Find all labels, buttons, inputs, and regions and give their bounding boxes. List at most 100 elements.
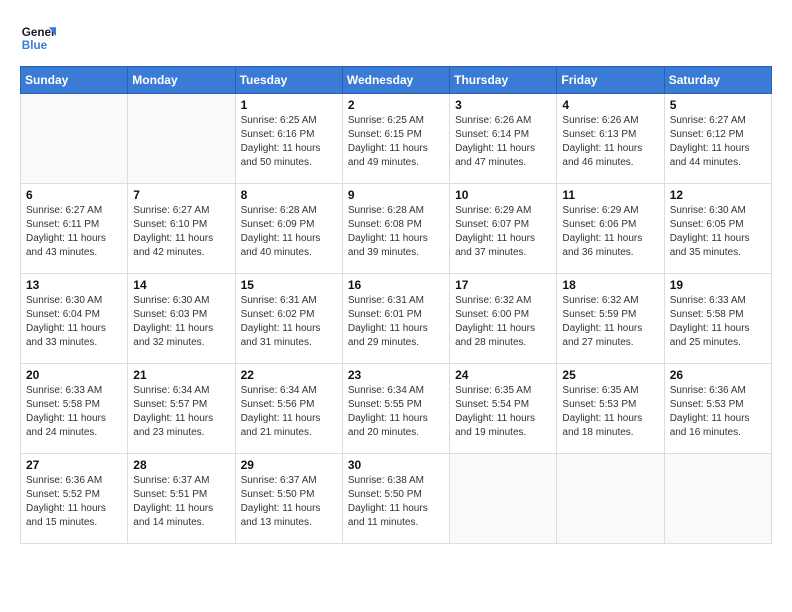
day-info: Sunrise: 6:31 AM Sunset: 6:02 PM Dayligh… bbox=[241, 294, 337, 350]
calendar-cell: 22 Sunrise: 6:34 AM Sunset: 5:56 PM Dayli… bbox=[235, 364, 342, 454]
day-info: Sunrise: 6:29 AM Sunset: 6:06 PM Dayligh… bbox=[562, 204, 658, 260]
day-info: Sunrise: 6:28 AM Sunset: 6:09 PM Dayligh… bbox=[241, 204, 337, 260]
day-number: 19 bbox=[670, 278, 766, 292]
calendar-cell: 15 Sunrise: 6:31 AM Sunset: 6:02 PM Dayli… bbox=[235, 274, 342, 364]
day-number: 29 bbox=[241, 458, 337, 472]
day-info: Sunrise: 6:29 AM Sunset: 6:07 PM Dayligh… bbox=[455, 204, 551, 260]
day-info: Sunrise: 6:36 AM Sunset: 5:52 PM Dayligh… bbox=[26, 474, 122, 530]
day-info: Sunrise: 6:37 AM Sunset: 5:51 PM Dayligh… bbox=[133, 474, 229, 530]
calendar-cell: 12Sunrise: 6:30 AM Sunset: 6:05 PM Dayli… bbox=[664, 184, 771, 274]
calendar-week-row: 13Sunrise: 6:30 AM Sunset: 6:04 PM Dayli… bbox=[21, 274, 772, 364]
calendar-cell bbox=[557, 454, 664, 544]
day-info: Sunrise: 6:33 AM Sunset: 5:58 PM Dayligh… bbox=[670, 294, 766, 350]
calendar-cell: 17 Sunrise: 6:32 AM Sunset: 6:00 PM Dayli… bbox=[450, 274, 557, 364]
day-info: Sunrise: 6:31 AM Sunset: 6:01 PM Dayligh… bbox=[348, 294, 444, 350]
logo-icon: General Blue bbox=[20, 20, 56, 56]
day-number: 13 bbox=[26, 278, 122, 292]
day-info: Sunrise: 6:34 AM Sunset: 5:56 PM Dayligh… bbox=[241, 384, 337, 440]
day-info: Sunrise: 6:26 AM Sunset: 6:13 PM Dayligh… bbox=[562, 114, 658, 170]
day-number: 14 bbox=[133, 278, 229, 292]
calendar-cell: 26 Sunrise: 6:36 AM Sunset: 5:53 PM Dayli… bbox=[664, 364, 771, 454]
day-number: 5 bbox=[670, 98, 766, 112]
calendar-cell: 9 Sunrise: 6:28 AM Sunset: 6:08 PM Daylig… bbox=[342, 184, 449, 274]
weekday-header-wednesday: Wednesday bbox=[342, 67, 449, 94]
day-number: 7 bbox=[133, 188, 229, 202]
weekday-header-monday: Monday bbox=[128, 67, 235, 94]
calendar-cell: 24 Sunrise: 6:35 AM Sunset: 5:54 PM Dayli… bbox=[450, 364, 557, 454]
calendar-cell: 20Sunrise: 6:33 AM Sunset: 5:58 PM Dayli… bbox=[21, 364, 128, 454]
calendar-cell: 11Sunrise: 6:29 AM Sunset: 6:06 PM Dayli… bbox=[557, 184, 664, 274]
calendar-cell: 3Sunrise: 6:26 AM Sunset: 6:14 PM Daylig… bbox=[450, 94, 557, 184]
calendar-cell: 18Sunrise: 6:32 AM Sunset: 5:59 PM Dayli… bbox=[557, 274, 664, 364]
day-info: Sunrise: 6:25 AM Sunset: 6:15 PM Dayligh… bbox=[348, 114, 444, 170]
calendar-cell: 13Sunrise: 6:30 AM Sunset: 6:04 PM Dayli… bbox=[21, 274, 128, 364]
weekday-header-thursday: Thursday bbox=[450, 67, 557, 94]
day-info: Sunrise: 6:28 AM Sunset: 6:08 PM Dayligh… bbox=[348, 204, 444, 260]
day-number: 6 bbox=[26, 188, 122, 202]
calendar-week-row: 6Sunrise: 6:27 AM Sunset: 6:11 PM Daylig… bbox=[21, 184, 772, 274]
page-header: General Blue bbox=[20, 20, 772, 56]
calendar-cell: 1 Sunrise: 6:25 AM Sunset: 6:16 PM Daylig… bbox=[235, 94, 342, 184]
calendar-cell bbox=[21, 94, 128, 184]
calendar-cell: 23Sunrise: 6:34 AM Sunset: 5:55 PM Dayli… bbox=[342, 364, 449, 454]
calendar-cell: 28 Sunrise: 6:37 AM Sunset: 5:51 PM Dayli… bbox=[128, 454, 235, 544]
day-number: 24 bbox=[455, 368, 551, 382]
calendar-cell: 25Sunrise: 6:35 AM Sunset: 5:53 PM Dayli… bbox=[557, 364, 664, 454]
day-number: 8 bbox=[241, 188, 337, 202]
calendar-cell: 10 Sunrise: 6:29 AM Sunset: 6:07 PM Dayli… bbox=[450, 184, 557, 274]
day-number: 10 bbox=[455, 188, 551, 202]
day-info: Sunrise: 6:25 AM Sunset: 6:16 PM Dayligh… bbox=[241, 114, 337, 170]
weekday-header-row: SundayMondayTuesdayWednesdayThursdayFrid… bbox=[21, 67, 772, 94]
day-number: 25 bbox=[562, 368, 658, 382]
day-number: 28 bbox=[133, 458, 229, 472]
day-number: 22 bbox=[241, 368, 337, 382]
calendar-cell: 30 Sunrise: 6:38 AM Sunset: 5:50 PM Dayli… bbox=[342, 454, 449, 544]
calendar-cell: 27 Sunrise: 6:36 AM Sunset: 5:52 PM Dayli… bbox=[21, 454, 128, 544]
day-number: 17 bbox=[455, 278, 551, 292]
day-number: 9 bbox=[348, 188, 444, 202]
weekday-header-sunday: Sunday bbox=[21, 67, 128, 94]
day-number: 26 bbox=[670, 368, 766, 382]
day-info: Sunrise: 6:30 AM Sunset: 6:03 PM Dayligh… bbox=[133, 294, 229, 350]
day-number: 16 bbox=[348, 278, 444, 292]
calendar-table: SundayMondayTuesdayWednesdayThursdayFrid… bbox=[20, 66, 772, 544]
logo: General Blue bbox=[20, 20, 56, 56]
day-info: Sunrise: 6:36 AM Sunset: 5:53 PM Dayligh… bbox=[670, 384, 766, 440]
calendar-cell: 4 Sunrise: 6:26 AM Sunset: 6:13 PM Daylig… bbox=[557, 94, 664, 184]
day-number: 1 bbox=[241, 98, 337, 112]
calendar-cell: 16 Sunrise: 6:31 AM Sunset: 6:01 PM Dayli… bbox=[342, 274, 449, 364]
day-number: 2 bbox=[348, 98, 444, 112]
calendar-cell: 5 Sunrise: 6:27 AM Sunset: 6:12 PM Daylig… bbox=[664, 94, 771, 184]
calendar-week-row: 1 Sunrise: 6:25 AM Sunset: 6:16 PM Daylig… bbox=[21, 94, 772, 184]
day-info: Sunrise: 6:32 AM Sunset: 6:00 PM Dayligh… bbox=[455, 294, 551, 350]
day-info: Sunrise: 6:27 AM Sunset: 6:12 PM Dayligh… bbox=[670, 114, 766, 170]
day-number: 21 bbox=[133, 368, 229, 382]
day-number: 27 bbox=[26, 458, 122, 472]
weekday-header-tuesday: Tuesday bbox=[235, 67, 342, 94]
day-info: Sunrise: 6:37 AM Sunset: 5:50 PM Dayligh… bbox=[241, 474, 337, 530]
calendar-cell: 14 Sunrise: 6:30 AM Sunset: 6:03 PM Dayli… bbox=[128, 274, 235, 364]
day-info: Sunrise: 6:34 AM Sunset: 5:55 PM Dayligh… bbox=[348, 384, 444, 440]
day-number: 18 bbox=[562, 278, 658, 292]
day-number: 4 bbox=[562, 98, 658, 112]
calendar-cell: 19 Sunrise: 6:33 AM Sunset: 5:58 PM Dayli… bbox=[664, 274, 771, 364]
weekday-header-friday: Friday bbox=[557, 67, 664, 94]
calendar-cell bbox=[664, 454, 771, 544]
day-number: 15 bbox=[241, 278, 337, 292]
calendar-cell: 6Sunrise: 6:27 AM Sunset: 6:11 PM Daylig… bbox=[21, 184, 128, 274]
day-number: 30 bbox=[348, 458, 444, 472]
day-info: Sunrise: 6:34 AM Sunset: 5:57 PM Dayligh… bbox=[133, 384, 229, 440]
day-info: Sunrise: 6:27 AM Sunset: 6:10 PM Dayligh… bbox=[133, 204, 229, 260]
day-info: Sunrise: 6:33 AM Sunset: 5:58 PM Dayligh… bbox=[26, 384, 122, 440]
day-info: Sunrise: 6:35 AM Sunset: 5:54 PM Dayligh… bbox=[455, 384, 551, 440]
day-info: Sunrise: 6:38 AM Sunset: 5:50 PM Dayligh… bbox=[348, 474, 444, 530]
calendar-cell: 21 Sunrise: 6:34 AM Sunset: 5:57 PM Dayli… bbox=[128, 364, 235, 454]
day-info: Sunrise: 6:26 AM Sunset: 6:14 PM Dayligh… bbox=[455, 114, 551, 170]
calendar-cell: 29 Sunrise: 6:37 AM Sunset: 5:50 PM Dayli… bbox=[235, 454, 342, 544]
calendar-cell: 7 Sunrise: 6:27 AM Sunset: 6:10 PM Daylig… bbox=[128, 184, 235, 274]
calendar-week-row: 27 Sunrise: 6:36 AM Sunset: 5:52 PM Dayli… bbox=[21, 454, 772, 544]
calendar-cell bbox=[450, 454, 557, 544]
calendar-cell: 2 Sunrise: 6:25 AM Sunset: 6:15 PM Daylig… bbox=[342, 94, 449, 184]
svg-text:Blue: Blue bbox=[22, 39, 48, 52]
calendar-cell bbox=[128, 94, 235, 184]
